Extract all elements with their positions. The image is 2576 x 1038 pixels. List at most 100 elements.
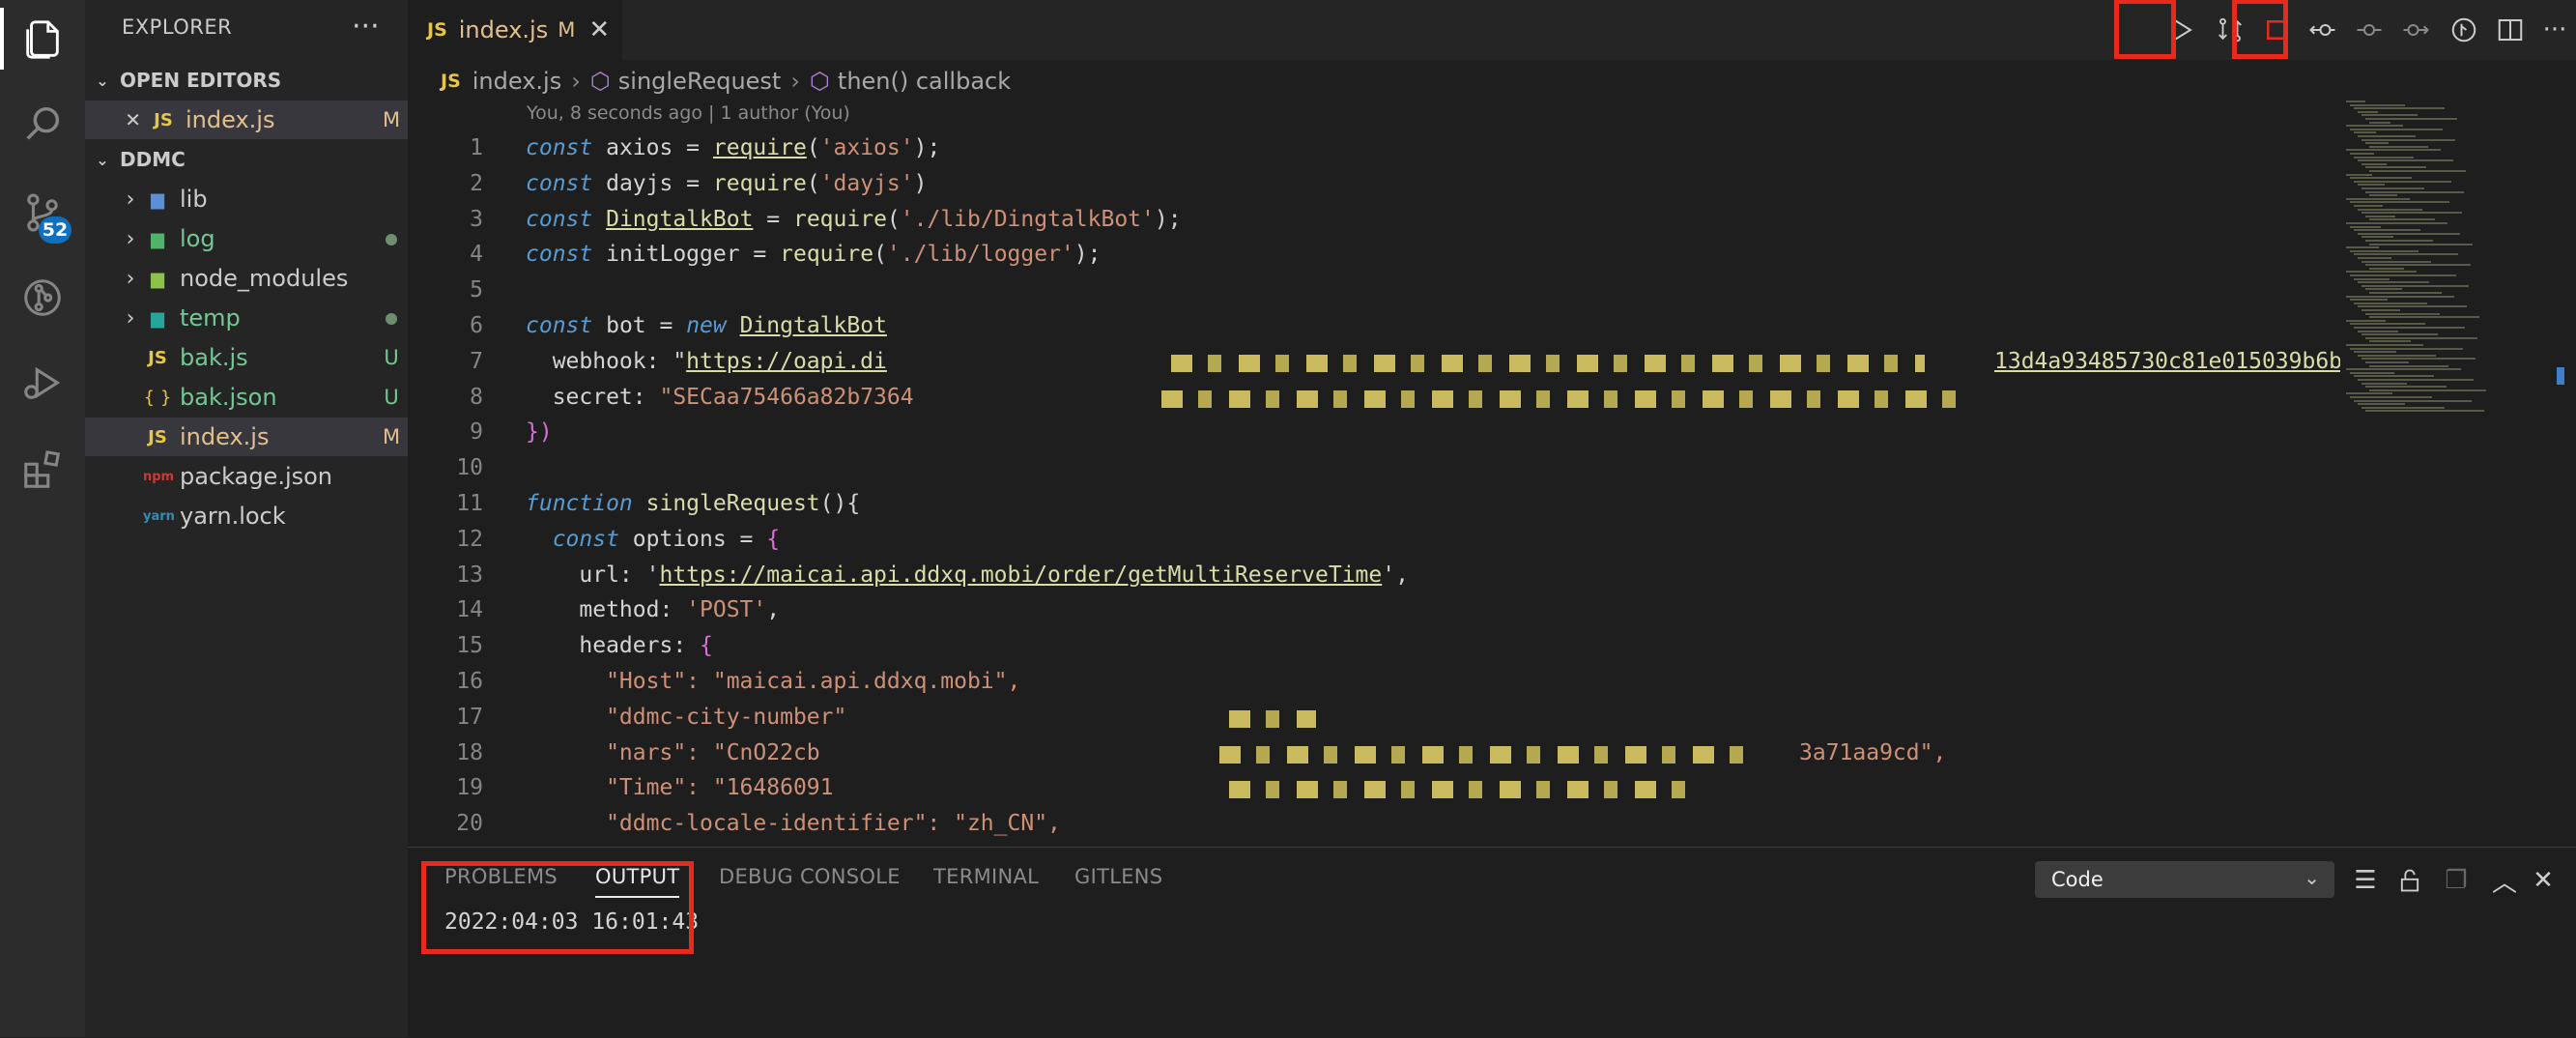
explorer-sidebar: EXPLORER ··· ⌄ OPEN EDITORS ✕ JS index.j… <box>85 0 408 1037</box>
minimap-line <box>2365 215 2395 217</box>
minimap-line <box>2358 305 2467 308</box>
tab-debug-console[interactable]: DEBUG CONSOLE <box>719 865 901 888</box>
lock-scroll-icon[interactable] <box>2390 861 2429 900</box>
js-file-icon: JS <box>441 71 461 92</box>
tree-item-log[interactable]: › ▆ log <box>85 219 408 258</box>
extensions-icon[interactable] <box>0 431 85 508</box>
minimap-line <box>2365 410 2484 413</box>
next-revision-button[interactable] <box>2394 10 2437 50</box>
minimap-line <box>2350 225 2381 228</box>
code-line: }) <box>526 419 553 446</box>
minimap-line <box>2369 340 2411 343</box>
tree-item-index-js[interactable]: JS index.js M <box>85 418 408 456</box>
clear-output-icon[interactable]: ☰ <box>2346 861 2385 900</box>
run-debug-icon[interactable] <box>0 344 85 421</box>
folder-icon: ▆ <box>151 228 164 249</box>
chevron-down-icon: ⌄ <box>96 150 109 169</box>
tree-item-package-json[interactable]: npm package.json <box>85 457 408 496</box>
code-line: headers: { <box>526 633 713 659</box>
redacted-region <box>1229 709 1316 728</box>
code-line: const axios = require('axios'); <box>526 135 941 160</box>
redacted-region <box>1219 745 1760 764</box>
minimap-line <box>2350 371 2394 374</box>
minimap-line <box>2350 177 2412 180</box>
chevron-right-icon: › <box>126 305 135 331</box>
git-graph-icon[interactable] <box>0 259 85 336</box>
maximize-panel-icon[interactable]: ︿ <box>2485 861 2524 900</box>
source-control-icon[interactable]: 52 <box>0 174 85 251</box>
close-panel-icon[interactable]: ✕ <box>2524 861 2562 900</box>
code-line: method: 'POST', <box>526 597 781 623</box>
code-line: secret: "SECaa75466a82b7364 <box>526 384 914 410</box>
minimap-line <box>2350 323 2425 326</box>
tree-item-yarn-lock[interactable]: yarn yarn.lock <box>85 497 408 535</box>
minimap[interactable] <box>2338 95 2561 443</box>
breadcrumb-file[interactable]: index.js <box>472 68 561 95</box>
chevron-right-icon: › <box>126 187 135 212</box>
minimap-line <box>2350 347 2463 350</box>
close-icon[interactable]: ✕ <box>588 15 610 44</box>
open-editors-header[interactable]: ⌄ OPEN EDITORS <box>85 62 408 99</box>
more-actions-icon[interactable]: ··· <box>352 10 380 43</box>
breadcrumb: JS index.js › ⬡ singleRequest › ⬡ then()… <box>408 60 1011 102</box>
copy-icon[interactable]: ❐ <box>2437 861 2476 900</box>
previous-revision-button[interactable] <box>2302 10 2344 50</box>
editor-tab-bar: JS index.js M ✕ ··· <box>408 0 2576 60</box>
untracked-badge: U <box>384 386 399 409</box>
scrollbar-thumb[interactable] <box>2557 367 2564 385</box>
open-editor-item[interactable]: ✕ JS index.js M <box>85 101 408 139</box>
tree-item-lib[interactable]: › ▆ lib <box>85 180 408 218</box>
chevron-right-icon: › <box>126 226 135 251</box>
minimap-line <box>2346 368 2461 371</box>
minimap-line <box>2369 316 2479 319</box>
minimap-line <box>2354 399 2472 402</box>
minimap-line <box>2365 240 2433 242</box>
code-editor[interactable]: 1 2 3 4 5 6 7 8 9 10 11 12 13 14 15 16 1… <box>408 130 2340 847</box>
tree-item-temp[interactable]: › ▆ temp <box>85 299 408 337</box>
js-file-icon: JS <box>154 109 173 130</box>
close-icon[interactable]: ✕ <box>85 108 141 131</box>
breadcrumb-callback[interactable]: then() callback <box>838 68 1011 95</box>
minimap-line <box>2350 128 2443 130</box>
tab-gitlens[interactable]: GITLENS <box>1074 865 1162 888</box>
modified-badge: M <box>382 108 401 131</box>
untracked-dot-icon <box>386 313 397 325</box>
tab-index-js[interactable]: JS index.js M ✕ <box>408 0 622 60</box>
breadcrumb-symbol[interactable]: singleRequest <box>618 68 782 95</box>
tree-item-bak-json[interactable]: { } bak.json U <box>85 378 408 417</box>
minimap-line <box>2354 351 2396 354</box>
minimap-line <box>2365 288 2402 291</box>
minimap-line <box>2354 156 2414 159</box>
minimap-line <box>2346 246 2379 249</box>
minimap-line <box>2365 264 2471 267</box>
tree-item-bak-js[interactable]: JS bak.js U <box>85 338 408 377</box>
explorer-icon[interactable] <box>0 0 85 77</box>
code-line: const options = { <box>526 526 781 552</box>
folder-icon: ▆ <box>151 307 164 329</box>
minimap-line <box>2346 319 2386 322</box>
minimap-line <box>2358 379 2474 381</box>
bottom-panel: PROBLEMS OUTPUT DEBUG CONSOLE TERMINAL G… <box>408 847 2576 1038</box>
more-icon: ··· <box>2542 15 2567 44</box>
modified-badge: M <box>382 425 401 448</box>
minimap-line <box>2350 249 2419 252</box>
tree-item-node-modules[interactable]: › ▆ node_modules <box>85 259 408 298</box>
git-graph-button[interactable] <box>2443 10 2485 50</box>
minimap-line <box>2346 101 2365 102</box>
chevron-down-icon: ⌄ <box>2304 866 2320 889</box>
highlight-run-button <box>2114 0 2176 59</box>
output-channel-select[interactable]: Code ⌄ <box>2035 861 2334 898</box>
minimap-line <box>2358 257 2391 259</box>
codelens-blame[interactable]: You, 8 seconds ago | 1 author (You) <box>527 102 850 124</box>
split-editor-button[interactable] <box>2489 10 2532 50</box>
commit-button[interactable] <box>2348 10 2390 50</box>
tab-terminal[interactable]: TERMINAL <box>933 865 1039 888</box>
project-header[interactable]: ⌄ DDMC <box>85 141 408 178</box>
more-editor-actions-button[interactable]: ··· <box>2533 10 2576 50</box>
minimap-line <box>2361 114 2418 117</box>
minimap-line <box>2365 142 2389 145</box>
search-icon[interactable] <box>0 85 85 162</box>
minimap-line <box>2369 145 2428 148</box>
minimap-line <box>2350 103 2405 106</box>
minimap-line <box>2365 386 2447 389</box>
